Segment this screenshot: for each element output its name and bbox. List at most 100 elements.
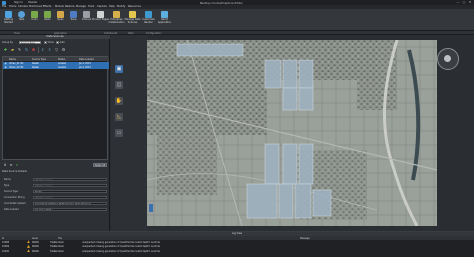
row-date: Jan 1 2013: [79, 65, 91, 69]
menu-models[interactable]: Models: [55, 5, 64, 8]
log-id: 10289: [2, 245, 9, 249]
prop-name-row: Name (Multiple Values): [2, 177, 108, 182]
row-status: Loaded: [58, 65, 66, 69]
group-by-select[interactable]: Source Type: [19, 40, 41, 45]
compass-icon[interactable]: [437, 48, 459, 70]
group-by-label: Group by: [2, 41, 13, 44]
walk-tool-icon[interactable]: ✋: [115, 97, 123, 105]
help-icon: [18, 11, 25, 18]
folder-icon[interactable]: ▰: [10, 47, 15, 52]
menu-resources[interactable]: Resources: [128, 5, 141, 8]
undo-icon: [31, 11, 38, 18]
settings-icon[interactable]: ⚙: [61, 47, 66, 52]
prop-date-field[interactable]: Jan Apr 1 2013: [33, 207, 107, 212]
title-tab-sign-in[interactable]: Sign In: [14, 1, 23, 4]
customize-render-label: Customize Render: [142, 18, 155, 24]
menu-manage[interactable]: Manage: [76, 5, 86, 8]
menu-file[interactable]: File: [2, 5, 6, 8]
log-row[interactable]: 10290 WARN TileRenderer unexpected missi…: [0, 249, 474, 253]
layers-tool-icon[interactable]: ◫: [115, 81, 123, 89]
apply-check-icon[interactable]: ✔: [15, 163, 19, 167]
menu-camera[interactable]: Camera: [18, 5, 28, 8]
close-icon[interactable]: ✕: [468, 0, 472, 4]
options-icon[interactable]: ≡: [9, 163, 13, 167]
auto-checkbox[interactable]: [56, 41, 59, 44]
about-icon: [161, 11, 168, 18]
log-level: WARN: [32, 240, 39, 244]
minimize-icon[interactable]: —: [456, 0, 460, 4]
add-icon[interactable]: ✚: [3, 47, 8, 52]
column-source-type[interactable]: Source Type: [32, 58, 46, 61]
log-file: TileRenderer: [50, 249, 64, 253]
menu-home[interactable]: Home: [9, 5, 16, 8]
customize-render-button[interactable]: Customize Render: [142, 11, 155, 28]
apply-all-button[interactable]: Apply All: [93, 162, 107, 167]
table-row[interactable]: ■ Urban_02.3D Raster Loaded Jan 1 2013: [3, 65, 109, 69]
download-icon[interactable]: ⬇: [3, 163, 7, 167]
log-row[interactable]: 10289 WARN TileRenderer unexpected missi…: [0, 244, 474, 249]
warning-icon: [27, 244, 30, 248]
product-pages-button[interactable]: Product Pages: [92, 11, 109, 28]
manage-data-sources-label: Manage Data Sources: [124, 18, 141, 24]
prop-type-field[interactable]: (Multiple Values): [33, 183, 107, 188]
map-viewport[interactable]: ▣ ◫ ✋ ◺ ▭: [111, 35, 474, 231]
viewport-toolbar: ▣ ◫ ✋ ◺ ▭: [111, 35, 147, 231]
about-application-button[interactable]: About Application: [158, 11, 171, 28]
maximize-icon[interactable]: ▢: [462, 0, 466, 4]
menu-tools[interactable]: Tools: [88, 5, 94, 8]
data-sources-icon: [129, 11, 136, 18]
app-logo-icon[interactable]: [2, 0, 6, 5]
prop-date-row: Date Loaded Jan Apr 1 2013: [2, 207, 108, 212]
prop-label: Name: [4, 178, 11, 181]
window-title: Bentley ContextCapture Editor: [200, 0, 243, 5]
customize-icon: [145, 11, 152, 18]
prop-connection-field[interactable]: (Multiple Values): [33, 195, 107, 200]
log-file: TileRenderer: [50, 240, 64, 244]
filter-icon[interactable]: ▽: [54, 47, 59, 52]
log-message: unexpected missing generation of QuadTil…: [82, 240, 160, 244]
refresh-icon[interactable]: ↻: [24, 47, 29, 52]
manage-data-sources-button[interactable]: Manage Data Sources: [124, 11, 141, 28]
prop-label: Date Loaded: [4, 208, 19, 211]
product-pages-label: Product Pages: [92, 18, 109, 21]
edit-icon[interactable]: ✎: [17, 47, 22, 52]
row-source-type: Raster: [32, 65, 40, 69]
title-tab-header[interactable]: Header: [28, 1, 37, 4]
auto-checkbox-label: Auto: [59, 41, 65, 44]
aerial-city-map[interactable]: [147, 40, 437, 226]
details-title: Data Source Details: [2, 170, 27, 173]
log-id: 10288: [2, 240, 9, 244]
log-level: WARN: [32, 249, 39, 253]
prop-label: Type: [4, 184, 10, 187]
collaboration-label: Enterprise Collaboration: [108, 18, 125, 24]
measure-tool-icon[interactable]: ◺: [115, 113, 123, 121]
collaboration-button[interactable]: Enterprise Collaboration: [108, 11, 125, 28]
table-header: Name Source Type Status Date Loaded: [3, 57, 109, 61]
capture-tool-icon[interactable]: ▭: [115, 129, 123, 137]
show-checkbox[interactable]: [44, 41, 47, 44]
prop-type-row: Type (Multiple Values): [2, 183, 108, 188]
menu-pointcloud-effects[interactable]: Pointcloud Effects: [29, 5, 51, 8]
log-file: TileRenderer: [50, 245, 64, 249]
prop-coordinate-field[interactable]: Amersfoort / RD New (Netherlands), Rijks…: [33, 201, 107, 206]
select-tool-icon[interactable]: ▣: [115, 65, 123, 73]
import-icon[interactable]: ⇩: [40, 47, 45, 52]
prop-source-type-field[interactable]: Raster: [33, 189, 107, 194]
menu-help[interactable]: Help: [109, 5, 115, 8]
export-icon[interactable]: ⇧: [47, 47, 52, 52]
delete-icon[interactable]: ✖: [31, 47, 36, 52]
menu-restore[interactable]: Restore: [65, 5, 75, 8]
column-status[interactable]: Status: [58, 58, 65, 61]
prop-coordinate-row: Coordinate System Amersfoort / RD New (N…: [2, 201, 108, 206]
prop-name-field[interactable]: (Multiple Values): [33, 177, 107, 182]
log-row[interactable]: 10288 WARN TileRenderer unexpected missi…: [0, 240, 474, 244]
panel-title: Data Sources: [0, 35, 110, 39]
column-date-loaded[interactable]: Date Loaded: [79, 58, 94, 61]
camera-icon: [83, 11, 90, 18]
column-name[interactable]: Name: [9, 58, 16, 61]
show-checkbox-label: Show: [47, 41, 54, 44]
menu-capture[interactable]: Capture: [97, 5, 107, 8]
prop-connection-row: Connection String (Multiple Values): [2, 195, 108, 200]
table-footer: ⬇ ≡ ✔ Apply All: [2, 162, 108, 168]
menu-modify[interactable]: Modify: [117, 5, 125, 8]
